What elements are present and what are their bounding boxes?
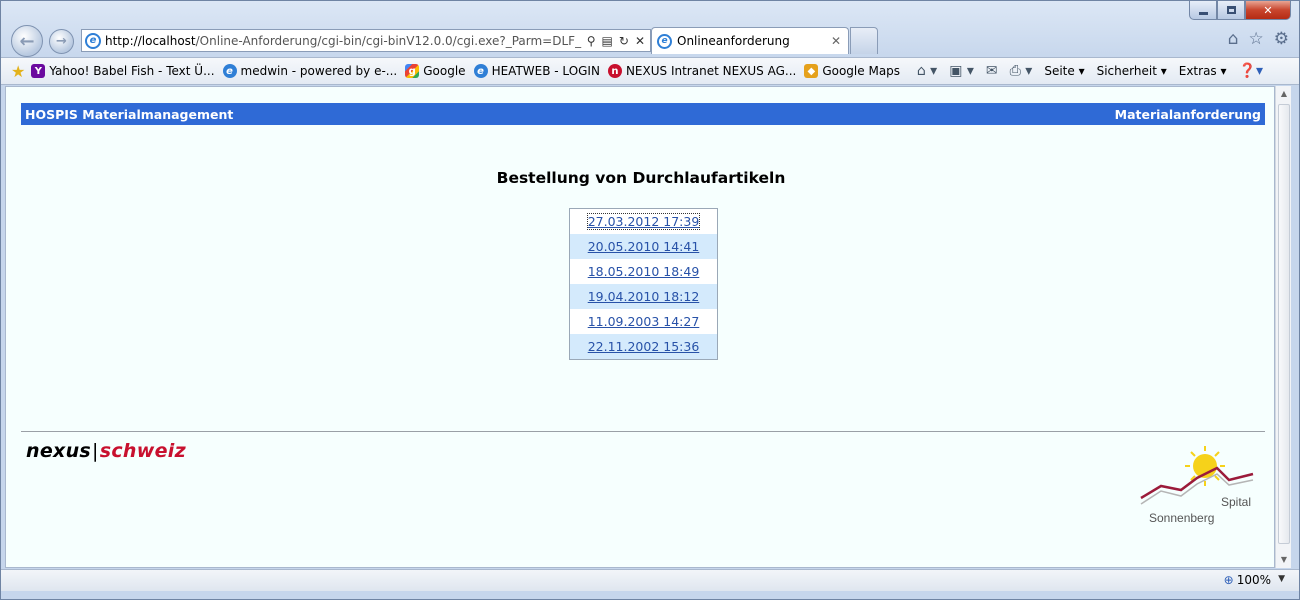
compatibility-icon[interactable]: ▤ [602,34,613,48]
print-icon[interactable]: ⎙ ▾ [1010,63,1033,79]
help-icon[interactable]: ❓▾ [1239,63,1263,79]
status-bar: ⊕ 100% ▼ [1,569,1299,591]
date-link[interactable]: 27.03.2012 17:39 [586,213,701,230]
vertical-scrollbar[interactable]: ▲ ▼ [1275,86,1291,568]
feeds-icon[interactable]: ▣ ▾ [949,63,974,79]
page-content: HOSPIS Materialmanagement Materialanford… [5,86,1275,568]
ie-page-icon: e [473,64,488,78]
browser-window: ✕ ← → e http://localhost/Online-Anforder… [0,0,1300,600]
close-tab-icon[interactable]: ✕ [831,34,841,48]
date-link[interactable]: 19.04.2010 18:12 [588,289,700,304]
list-item: 20.05.2010 14:41 [570,234,717,259]
favorite-item[interactable]: ◆ Google Maps [804,64,900,78]
home-icon[interactable]: ⌂ ▾ [917,63,937,79]
window-controls: ✕ [1189,1,1291,20]
forward-button[interactable]: → [49,29,74,54]
sicherheit-menu[interactable]: Sicherheit ▾ [1097,64,1167,78]
browser-tools: ⌂ ☆ ⚙ [1228,29,1289,49]
yahoo-icon: Y [31,64,46,78]
nexus-icon: n [607,64,622,78]
list-item: 22.11.2002 15:36 [570,334,717,359]
maximize-button[interactable] [1217,1,1245,20]
ie-page-icon: e [657,33,672,49]
stop-icon[interactable]: ✕ [635,34,645,48]
date-link[interactable]: 20.05.2010 14:41 [588,239,700,254]
command-bar: ⌂ ▾ ▣ ▾ ✉ ⎙ ▾ Seite ▾ Sicherheit ▾ Extra… [917,58,1263,84]
date-link[interactable]: 18.05.2010 18:49 [588,264,700,279]
address-bar[interactable]: e http://localhost/Online-Anforderung/cg… [81,29,651,52]
scroll-thumb[interactable] [1278,104,1290,544]
favorites-icon[interactable]: ★ [11,62,25,81]
list-item: 11.09.2003 14:27 [570,309,717,334]
svg-text:Spital: Spital [1221,495,1251,509]
ie-page-icon: e [222,64,237,78]
minimize-icon [1198,11,1208,15]
spital-sonnenberg-logo: Spital Sonnenberg [1140,446,1254,525]
mail-icon[interactable]: ✉ [986,63,998,79]
forward-arrow-icon: → [56,34,67,49]
tab-onlineanforderung[interactable]: e Onlineanforderung ✕ [651,27,849,54]
favorites-bar: ★ Y Yahoo! Babel Fish - Text Ü... e medw… [1,57,1299,85]
list-item: 19.04.2010 18:12 [570,284,717,309]
favorite-item[interactable]: g Google [405,64,466,78]
refresh-icon[interactable]: ↻ [619,34,629,48]
back-arrow-icon: ← [19,30,35,52]
favorite-item[interactable]: e medwin - powered by e-... [222,64,397,78]
nexus-schweiz-logo: nexus|schweiz [26,440,186,462]
svg-text:Sonnenberg: Sonnenberg [1149,511,1214,525]
close-icon: ✕ [1263,3,1273,17]
address-url[interactable]: http://localhost/Online-Anforderung/cgi-… [105,34,582,48]
google-icon: g [405,64,420,78]
scroll-up-icon[interactable]: ▲ [1276,86,1292,102]
list-item: 18.05.2010 18:49 [570,259,717,284]
date-link[interactable]: 11.09.2003 14:27 [588,314,700,329]
maps-icon: ◆ [804,64,819,78]
zoom-level: 100% [1236,573,1271,587]
tab-title: Onlineanforderung [677,34,790,48]
page-title: Bestellung von Durchlaufartikeln [496,169,786,187]
date-list: 27.03.2012 17:39 20.05.2010 14:41 18.05.… [569,208,718,360]
home-icon[interactable]: ⌂ [1228,29,1239,49]
new-tab-button[interactable] [850,27,878,54]
favorite-item[interactable]: e HEATWEB - LOGIN [473,64,600,78]
chevron-down-icon[interactable]: ▼ [1278,574,1285,584]
date-link[interactable]: 22.11.2002 15:36 [588,339,700,354]
minimize-button[interactable] [1189,1,1217,20]
list-item: 27.03.2012 17:39 [570,209,717,234]
app-name: HOSPIS Materialmanagement [25,106,234,122]
module-name: Materialanforderung [1114,106,1261,122]
back-button[interactable]: ← [11,25,43,57]
scroll-down-icon[interactable]: ▼ [1276,552,1292,568]
maximize-icon [1226,6,1236,14]
favorite-item[interactable]: n NEXUS Intranet NEXUS AG... [607,64,796,78]
zoom-control[interactable]: ⊕ 100% [1224,573,1271,587]
gear-icon[interactable]: ⚙ [1274,29,1289,49]
close-window-button[interactable]: ✕ [1245,1,1291,20]
footer-divider [21,431,1265,432]
search-icon[interactable]: ⚲ [587,34,596,48]
favorites-star-icon[interactable]: ☆ [1249,29,1264,49]
app-header: HOSPIS Materialmanagement Materialanford… [21,103,1265,125]
seite-menu[interactable]: Seite ▾ [1044,64,1084,78]
extras-menu[interactable]: Extras ▾ [1179,64,1227,78]
favorite-item[interactable]: Y Yahoo! Babel Fish - Text Ü... [31,64,215,78]
address-tools: ⚲ ▤ ↻ ✕ [582,34,650,48]
ie-page-icon: e [85,32,101,49]
zoom-icon: ⊕ [1223,573,1234,587]
